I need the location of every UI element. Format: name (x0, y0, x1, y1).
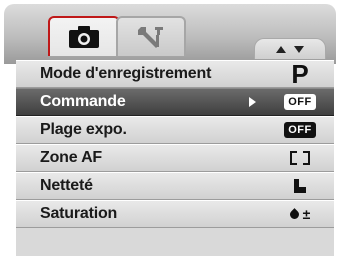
chevron-right-icon (249, 97, 256, 107)
tab-setup[interactable] (116, 16, 186, 56)
off-badge-icon: OFF (270, 91, 330, 113)
tab-camera[interactable] (48, 16, 120, 56)
menu-item-exposure-bracketing[interactable]: Plage expo. OFF (16, 116, 334, 144)
menu-item-saturation[interactable]: Saturation ± (16, 200, 334, 228)
menu-item-label: Plage expo. (40, 121, 127, 138)
camera-menu-screen: Mode d'enregistrement P Commande OFF Pla… (0, 0, 340, 259)
menu-item-label: Commande (40, 93, 126, 110)
menu-item-label: Zone AF (40, 149, 102, 166)
menu-item-recording-mode[interactable]: Mode d'enregistrement P (16, 60, 334, 88)
menu-item-drive[interactable]: Commande OFF (16, 88, 334, 116)
up-arrow-icon (276, 45, 286, 53)
saturation-icon: ± (270, 203, 330, 225)
menu-item-label: Netteté (40, 177, 93, 194)
sharpness-icon (270, 175, 330, 197)
down-arrow-icon (294, 45, 304, 53)
menu-item-label: Mode d'enregistrement (40, 65, 212, 82)
menu-header (4, 4, 336, 64)
menu-list: Mode d'enregistrement P Commande OFF Pla… (16, 60, 334, 256)
menu-item-af-area[interactable]: Zone AF (16, 144, 334, 172)
af-frame-icon (270, 147, 330, 169)
menu-item-label: Saturation (40, 205, 118, 222)
menu-item-sharpness[interactable]: Netteté (16, 172, 334, 200)
off-badge-icon: OFF (270, 119, 330, 141)
program-mode-icon: P (291, 59, 309, 89)
camera-icon (69, 26, 99, 48)
wrench-icon (138, 27, 163, 48)
page-nav-indicator[interactable] (254, 38, 326, 59)
